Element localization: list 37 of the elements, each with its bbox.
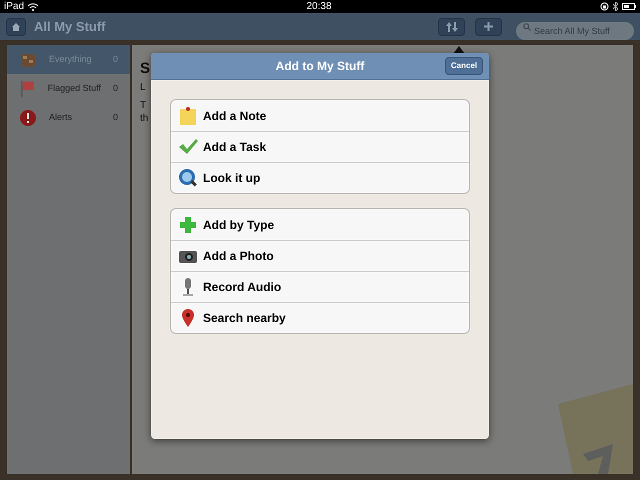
- up-down-arrows-icon: [446, 22, 458, 32]
- search-icon: [523, 22, 531, 30]
- device-name: iPad: [4, 2, 24, 12]
- home-button[interactable]: [6, 18, 26, 36]
- menu-row[interactable]: Look it up: [171, 162, 469, 193]
- menu-row[interactable]: Add a Task: [171, 131, 469, 162]
- add-button[interactable]: [475, 18, 502, 36]
- menu-row[interactable]: Search nearby: [171, 302, 469, 333]
- sort-button[interactable]: [438, 18, 465, 36]
- bluetooth-icon: [612, 2, 618, 11]
- sidebar-label: Alerts: [49, 110, 74, 124]
- content-heading: S: [140, 59, 150, 79]
- menu-row[interactable]: Add by Type: [171, 209, 469, 240]
- sticky-note-icon: [178, 106, 198, 126]
- sidebar-label: Flagged Stuff: [48, 82, 101, 95]
- check-mark-icon: [178, 137, 198, 157]
- menu-row[interactable]: Record Audio: [171, 271, 469, 302]
- plus-icon: [484, 22, 493, 31]
- wifi-icon: [28, 2, 38, 10]
- popover-title: Add to My Stuff: [276, 58, 364, 75]
- search-field[interactable]: Search All My Stuff: [516, 22, 634, 40]
- nav-title: All My Stuff: [34, 18, 106, 36]
- menu-row[interactable]: Add a Note: [171, 100, 469, 131]
- cancel-button[interactable]: Cancel: [445, 57, 483, 75]
- item-count: 0: [112, 110, 118, 124]
- content-text: th: [140, 112, 148, 125]
- item-count: 0: [112, 82, 118, 95]
- battery-icon: [622, 3, 636, 10]
- home-icon: [11, 22, 21, 32]
- status-time: 20:38: [306, 2, 332, 12]
- content-text: T: [140, 99, 146, 112]
- flag-icon: [19, 78, 36, 98]
- rotation-lock-icon: [600, 2, 609, 11]
- alert-icon: [19, 108, 37, 126]
- plus-icon: [178, 214, 198, 234]
- menu-row[interactable]: Add a Photo: [171, 240, 469, 271]
- content-text: L: [140, 81, 146, 94]
